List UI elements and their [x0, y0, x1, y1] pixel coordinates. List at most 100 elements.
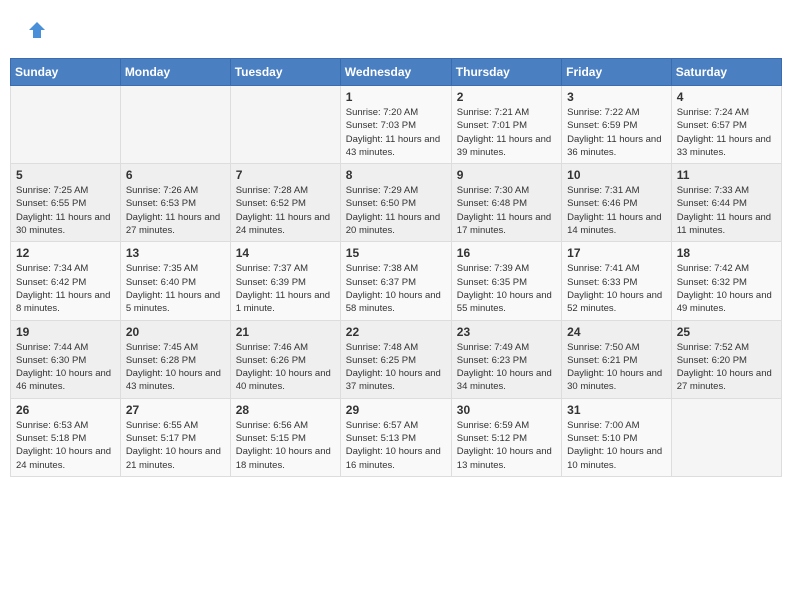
calendar-cell [11, 86, 121, 164]
day-number: 19 [16, 325, 115, 339]
day-info: Sunrise: 7:52 AM Sunset: 6:20 PM Dayligh… [677, 341, 776, 394]
calendar-cell: 23 Sunrise: 7:49 AM Sunset: 6:23 PM Dayli… [451, 320, 561, 398]
day-info: Sunrise: 7:28 AM Sunset: 6:52 PM Dayligh… [236, 184, 335, 237]
calendar-day-header: Sunday [11, 59, 121, 86]
day-number: 8 [346, 168, 446, 182]
day-info: Sunrise: 7:46 AM Sunset: 6:26 PM Dayligh… [236, 341, 335, 394]
calendar-cell: 18 Sunrise: 7:42 AM Sunset: 6:32 PM Dayli… [671, 242, 781, 320]
day-number: 24 [567, 325, 666, 339]
day-number: 28 [236, 403, 335, 417]
calendar-cell: 6 Sunrise: 7:26 AM Sunset: 6:53 PM Daylig… [120, 164, 230, 242]
calendar-week-row: 19 Sunrise: 7:44 AM Sunset: 6:30 PM Dayli… [11, 320, 782, 398]
logo [25, 20, 47, 45]
calendar-week-row: 1 Sunrise: 7:20 AM Sunset: 7:03 PM Daylig… [11, 86, 782, 164]
day-number: 30 [457, 403, 556, 417]
day-info: Sunrise: 7:25 AM Sunset: 6:55 PM Dayligh… [16, 184, 115, 237]
calendar-cell: 1 Sunrise: 7:20 AM Sunset: 7:03 PM Daylig… [340, 86, 451, 164]
calendar-cell: 25 Sunrise: 7:52 AM Sunset: 6:20 PM Dayli… [671, 320, 781, 398]
day-number: 7 [236, 168, 335, 182]
calendar-week-row: 26 Sunrise: 6:53 AM Sunset: 5:18 PM Dayli… [11, 398, 782, 476]
calendar-cell: 31 Sunrise: 7:00 AM Sunset: 5:10 PM Dayli… [562, 398, 672, 476]
day-info: Sunrise: 7:33 AM Sunset: 6:44 PM Dayligh… [677, 184, 776, 237]
day-info: Sunrise: 7:44 AM Sunset: 6:30 PM Dayligh… [16, 341, 115, 394]
day-info: Sunrise: 7:42 AM Sunset: 6:32 PM Dayligh… [677, 262, 776, 315]
calendar-cell: 7 Sunrise: 7:28 AM Sunset: 6:52 PM Daylig… [230, 164, 340, 242]
calendar-cell: 10Sunrise: 7:31 AM Sunset: 6:46 PM Dayli… [562, 164, 672, 242]
calendar-cell: 28Sunrise: 6:56 AM Sunset: 5:15 PM Dayli… [230, 398, 340, 476]
day-info: Sunrise: 7:29 AM Sunset: 6:50 PM Dayligh… [346, 184, 446, 237]
day-info: Sunrise: 7:22 AM Sunset: 6:59 PM Dayligh… [567, 106, 666, 159]
day-info: Sunrise: 7:34 AM Sunset: 6:42 PM Dayligh… [16, 262, 115, 315]
day-info: Sunrise: 6:53 AM Sunset: 5:18 PM Dayligh… [16, 419, 115, 472]
calendar-cell [230, 86, 340, 164]
day-number: 6 [126, 168, 225, 182]
calendar-day-header: Saturday [671, 59, 781, 86]
day-info: Sunrise: 7:41 AM Sunset: 6:33 PM Dayligh… [567, 262, 666, 315]
calendar-cell: 3 Sunrise: 7:22 AM Sunset: 6:59 PM Daylig… [562, 86, 672, 164]
day-number: 1 [346, 90, 446, 104]
day-number: 17 [567, 246, 666, 260]
day-info: Sunrise: 7:48 AM Sunset: 6:25 PM Dayligh… [346, 341, 446, 394]
day-number: 25 [677, 325, 776, 339]
day-info: Sunrise: 7:35 AM Sunset: 6:40 PM Dayligh… [126, 262, 225, 315]
calendar-cell: 13 Sunrise: 7:35 AM Sunset: 6:40 PM Dayli… [120, 242, 230, 320]
day-number: 26 [16, 403, 115, 417]
calendar-cell: 11Sunrise: 7:33 AM Sunset: 6:44 PM Dayli… [671, 164, 781, 242]
calendar-cell: 27 Sunrise: 6:55 AM Sunset: 5:17 PM Dayli… [120, 398, 230, 476]
calendar-cell: 16Sunrise: 7:39 AM Sunset: 6:35 PM Dayli… [451, 242, 561, 320]
day-number: 3 [567, 90, 666, 104]
calendar-cell: 9 Sunrise: 7:30 AM Sunset: 6:48 PM Daylig… [451, 164, 561, 242]
calendar-day-header: Wednesday [340, 59, 451, 86]
calendar-cell: 22 Sunrise: 7:48 AM Sunset: 6:25 PM Dayli… [340, 320, 451, 398]
calendar-week-row: 5 Sunrise: 7:25 AM Sunset: 6:55 PM Daylig… [11, 164, 782, 242]
calendar-cell: 2 Sunrise: 7:21 AM Sunset: 7:01 PM Daylig… [451, 86, 561, 164]
day-number: 13 [126, 246, 225, 260]
day-number: 29 [346, 403, 446, 417]
day-info: Sunrise: 7:21 AM Sunset: 7:01 PM Dayligh… [457, 106, 556, 159]
calendar-table: SundayMondayTuesdayWednesdayThursdayFrid… [10, 58, 782, 477]
day-info: Sunrise: 6:59 AM Sunset: 5:12 PM Dayligh… [457, 419, 556, 472]
day-info: Sunrise: 7:49 AM Sunset: 6:23 PM Dayligh… [457, 341, 556, 394]
day-info: Sunrise: 7:39 AM Sunset: 6:35 PM Dayligh… [457, 262, 556, 315]
calendar-cell: 24Sunrise: 7:50 AM Sunset: 6:21 PM Dayli… [562, 320, 672, 398]
day-number: 14 [236, 246, 335, 260]
day-info: Sunrise: 7:26 AM Sunset: 6:53 PM Dayligh… [126, 184, 225, 237]
day-number: 23 [457, 325, 556, 339]
calendar-cell: 14 Sunrise: 7:37 AM Sunset: 6:39 PM Dayli… [230, 242, 340, 320]
logo-icon [27, 20, 47, 40]
calendar-cell: 12 Sunrise: 7:34 AM Sunset: 6:42 PM Dayli… [11, 242, 121, 320]
day-info: Sunrise: 7:00 AM Sunset: 5:10 PM Dayligh… [567, 419, 666, 472]
day-number: 21 [236, 325, 335, 339]
calendar-cell: 4 Sunrise: 7:24 AM Sunset: 6:57 PM Daylig… [671, 86, 781, 164]
calendar-cell: 5 Sunrise: 7:25 AM Sunset: 6:55 PM Daylig… [11, 164, 121, 242]
day-number: 22 [346, 325, 446, 339]
day-info: Sunrise: 7:45 AM Sunset: 6:28 PM Dayligh… [126, 341, 225, 394]
calendar-day-header: Friday [562, 59, 672, 86]
day-info: Sunrise: 7:20 AM Sunset: 7:03 PM Dayligh… [346, 106, 446, 159]
day-info: Sunrise: 7:37 AM Sunset: 6:39 PM Dayligh… [236, 262, 335, 315]
calendar-cell: 17 Sunrise: 7:41 AM Sunset: 6:33 PM Dayli… [562, 242, 672, 320]
day-number: 10 [567, 168, 666, 182]
day-info: Sunrise: 6:57 AM Sunset: 5:13 PM Dayligh… [346, 419, 446, 472]
day-number: 4 [677, 90, 776, 104]
day-number: 27 [126, 403, 225, 417]
calendar-cell: 21 Sunrise: 7:46 AM Sunset: 6:26 PM Dayli… [230, 320, 340, 398]
day-number: 31 [567, 403, 666, 417]
calendar-cell: 30 Sunrise: 6:59 AM Sunset: 5:12 PM Dayli… [451, 398, 561, 476]
day-info: Sunrise: 7:30 AM Sunset: 6:48 PM Dayligh… [457, 184, 556, 237]
day-number: 15 [346, 246, 446, 260]
day-info: Sunrise: 7:24 AM Sunset: 6:57 PM Dayligh… [677, 106, 776, 159]
calendar-cell: 20Sunrise: 7:45 AM Sunset: 6:28 PM Dayli… [120, 320, 230, 398]
logo-text [25, 20, 47, 45]
day-number: 12 [16, 246, 115, 260]
calendar-header-row: SundayMondayTuesdayWednesdayThursdayFrid… [11, 59, 782, 86]
calendar-cell [120, 86, 230, 164]
day-number: 18 [677, 246, 776, 260]
calendar-day-header: Tuesday [230, 59, 340, 86]
day-number: 5 [16, 168, 115, 182]
calendar-cell: 15Sunrise: 7:38 AM Sunset: 6:37 PM Dayli… [340, 242, 451, 320]
day-info: Sunrise: 6:55 AM Sunset: 5:17 PM Dayligh… [126, 419, 225, 472]
page-header [10, 10, 782, 50]
day-number: 9 [457, 168, 556, 182]
day-number: 2 [457, 90, 556, 104]
